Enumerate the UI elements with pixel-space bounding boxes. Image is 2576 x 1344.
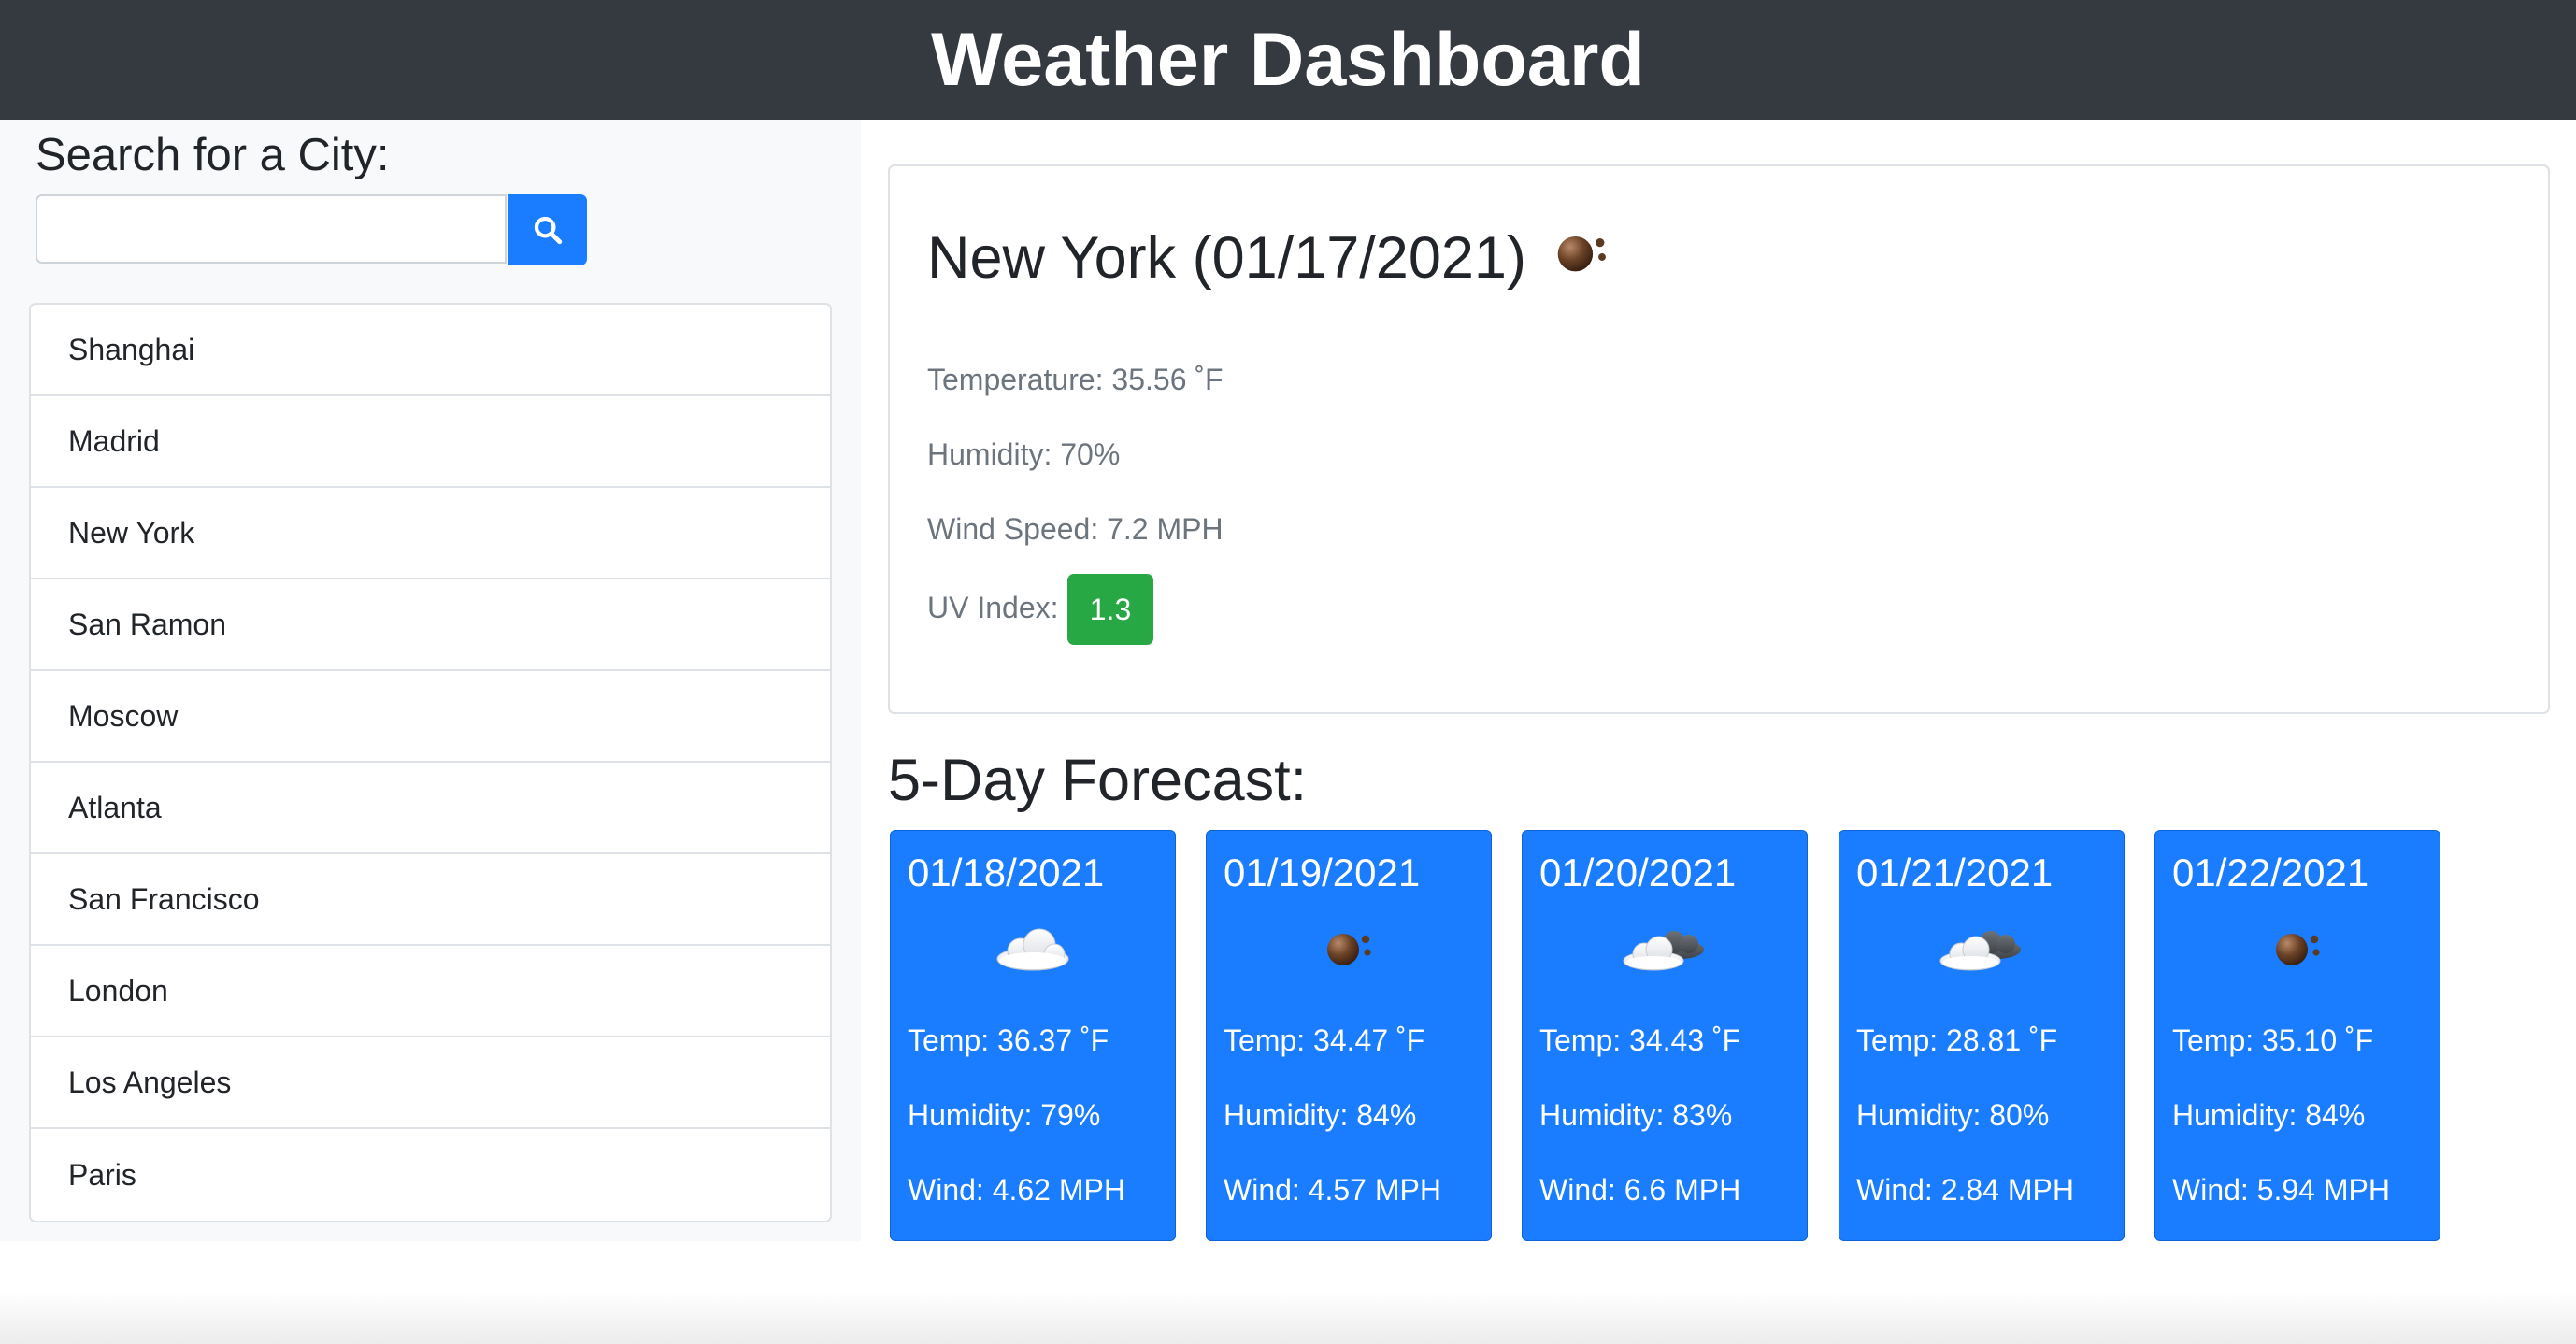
- search-input[interactable]: [36, 194, 507, 264]
- forecast-card: 01/18/2021 Temp: 36.37 ˚F Humidity: 79% Win…: [890, 830, 1176, 1241]
- forecast-temp: Temp: 35.10 ˚F: [2172, 1023, 2374, 1057]
- forecast-date: 01/19/2021: [1224, 851, 1421, 894]
- navbar: Weather Dashboard: [0, 0, 2576, 120]
- broken-clouds-icon: [1839, 915, 2124, 980]
- forecast-temp: Temp: 34.47 ˚F: [1224, 1023, 1425, 1057]
- forecast-card: 01/22/2021 Temp: 35.10 ˚F Humidity: 84% Win…: [2154, 830, 2440, 1241]
- search-button[interactable]: [508, 194, 587, 265]
- forecast-date: 01/21/2021: [1856, 851, 2054, 894]
- cloud-icon: [891, 915, 1175, 980]
- forecast-humidity: Humidity: 83%: [1539, 1098, 1733, 1132]
- forecast-card: 01/21/2021 Temp: 28.81 ˚F Humidity: 80% Win…: [1839, 830, 2125, 1241]
- forecast-humidity: Humidity: 80%: [1856, 1098, 2050, 1132]
- city-history-item[interactable]: San Francisco: [31, 854, 830, 946]
- city-history-item[interactable]: Atlanta: [31, 763, 830, 854]
- forecast-wind: Wind: 4.62 MPH: [908, 1173, 1125, 1207]
- forecast-card: 01/19/2021 Temp: 34.47 ˚F Humidity: 84% Win…: [1206, 830, 1492, 1241]
- current-weather-card: New York (01/17/2021) Temperature: 35.56…: [888, 164, 2550, 714]
- city-history-item[interactable]: Shanghai: [31, 305, 830, 396]
- city-history-item[interactable]: San Ramon: [31, 579, 830, 671]
- current-temperature: Temperature: 35.56 ˚F: [927, 363, 1224, 396]
- overcast-clouds-icon: [1551, 222, 1612, 293]
- forecast-date: 01/20/2021: [1539, 851, 1737, 894]
- broken-clouds-icon: [1523, 915, 1807, 980]
- forecast-humidity: Humidity: 84%: [1224, 1098, 1417, 1132]
- forecast-wind: Wind: 2.84 MPH: [1856, 1173, 2074, 1207]
- overcast-clouds-icon: [1207, 915, 1491, 980]
- forecast-temp: Temp: 28.81 ˚F: [1856, 1023, 2058, 1057]
- forecast-wind: Wind: 5.94 MPH: [2172, 1173, 2390, 1207]
- forecast-humidity: Humidity: 84%: [2172, 1098, 2366, 1132]
- search-label: Search for a City:: [36, 130, 390, 180]
- forecast-wind: Wind: 4.57 MPH: [1224, 1173, 1441, 1207]
- page-title: Weather Dashboard: [931, 17, 1645, 102]
- forecast-date: 01/18/2021: [908, 851, 1105, 894]
- forecast-humidity: Humidity: 79%: [908, 1098, 1101, 1132]
- city-history-item[interactable]: Moscow: [31, 671, 830, 763]
- search-icon: [534, 216, 562, 245]
- current-city-date: New York (01/17/2021): [927, 225, 1526, 291]
- page-footer-shadow: [0, 1292, 2576, 1344]
- overcast-clouds-icon: [2155, 915, 2440, 980]
- current-wind-speed: Wind Speed: 7.2 MPH: [927, 512, 1224, 546]
- forecast-temp: Temp: 36.37 ˚F: [908, 1023, 1109, 1057]
- city-history-item[interactable]: Madrid: [31, 396, 830, 488]
- city-history-item[interactable]: Paris: [31, 1129, 830, 1221]
- city-history-list: Shanghai Madrid New York San Ramon Moscow Atl…: [29, 303, 832, 1222]
- city-history-item[interactable]: London: [31, 946, 830, 1037]
- forecast-heading: 5-Day Forecast:: [888, 748, 1308, 813]
- city-history-item[interactable]: New York: [31, 488, 830, 579]
- city-history-item[interactable]: Los Angeles: [31, 1037, 830, 1129]
- uv-index-badge: 1.3: [1067, 574, 1153, 645]
- current-title: New York (01/17/2021): [927, 222, 1612, 293]
- forecast-date: 01/22/2021: [2172, 851, 2369, 894]
- forecast-card: 01/20/2021 Temp: 34.43 ˚F Humidity: 83% Win…: [1522, 830, 1808, 1241]
- uv-index-label: UV Index:: [927, 591, 1059, 624]
- current-humidity: Humidity: 70%: [927, 437, 1121, 471]
- forecast-wind: Wind: 6.6 MPH: [1539, 1173, 1741, 1207]
- forecast-temp: Temp: 34.43 ˚F: [1539, 1023, 1741, 1057]
